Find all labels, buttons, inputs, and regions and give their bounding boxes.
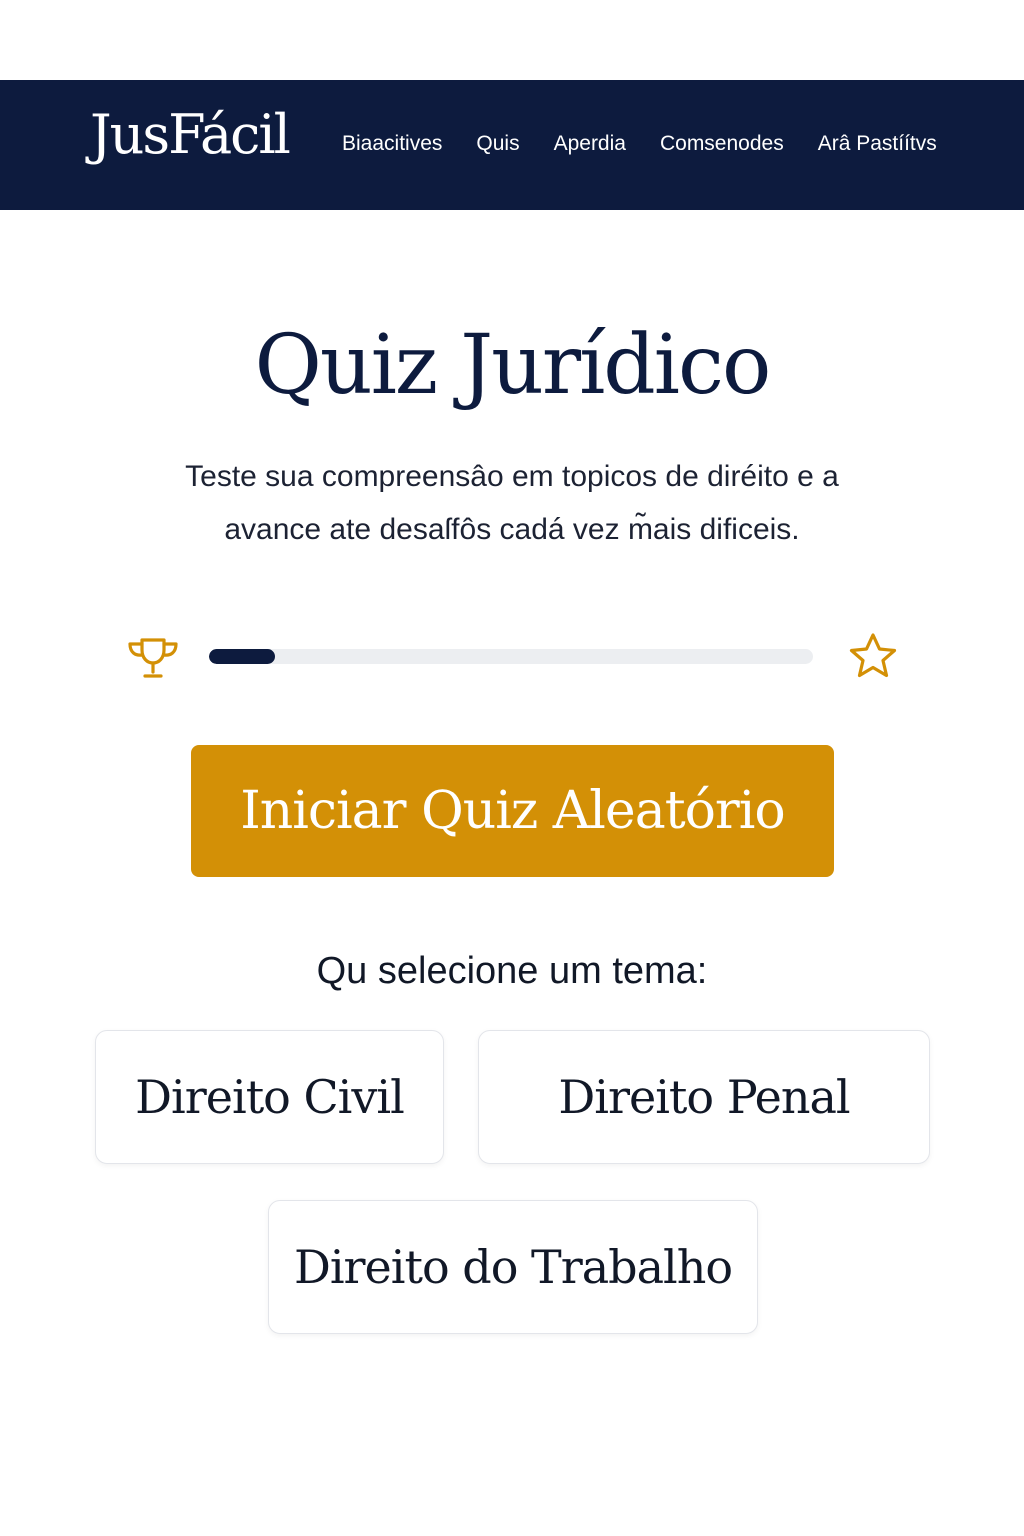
nav-link-quis[interactable]: Quis [476, 132, 519, 156]
progress-bar-fill [209, 649, 276, 664]
select-theme-label: Qu selecione um tema: [316, 950, 708, 992]
trophy-icon [128, 638, 178, 678]
nav-links: Biaacitives Quis Aperdia Comsenodes Arâ … [342, 132, 971, 156]
nav-link-aperdia[interactable]: Aperdia [554, 132, 626, 156]
page-subtitle: Teste sua compreensâo em topicos de diré… [185, 460, 839, 546]
nav-link-comsenodes[interactable]: Comsenodes [660, 132, 784, 156]
top-navbar: JusFácil Biaacitives Quis Aperdia Comsen… [0, 80, 1024, 210]
theme-card-direito-do-trabalho[interactable]: Direito do Trabalho [268, 1200, 758, 1334]
progress-bar [209, 649, 813, 664]
nav-link-biaacitives[interactable]: Biaacitives [342, 132, 442, 156]
theme-card-direito-penal[interactable]: Direito Penal [478, 1030, 930, 1164]
nav-link-ara-pastiitvs[interactable]: Arâ Pastíítvs [818, 132, 937, 156]
logo[interactable]: JusFácil [90, 108, 291, 162]
start-random-quiz-button[interactable]: Iniciar Quiz Aleatório [191, 745, 834, 877]
page-title: Quiz Jurídico [254, 318, 772, 413]
theme-card-direito-civil[interactable]: Direito Civil [95, 1030, 444, 1164]
star-icon [849, 633, 897, 678]
